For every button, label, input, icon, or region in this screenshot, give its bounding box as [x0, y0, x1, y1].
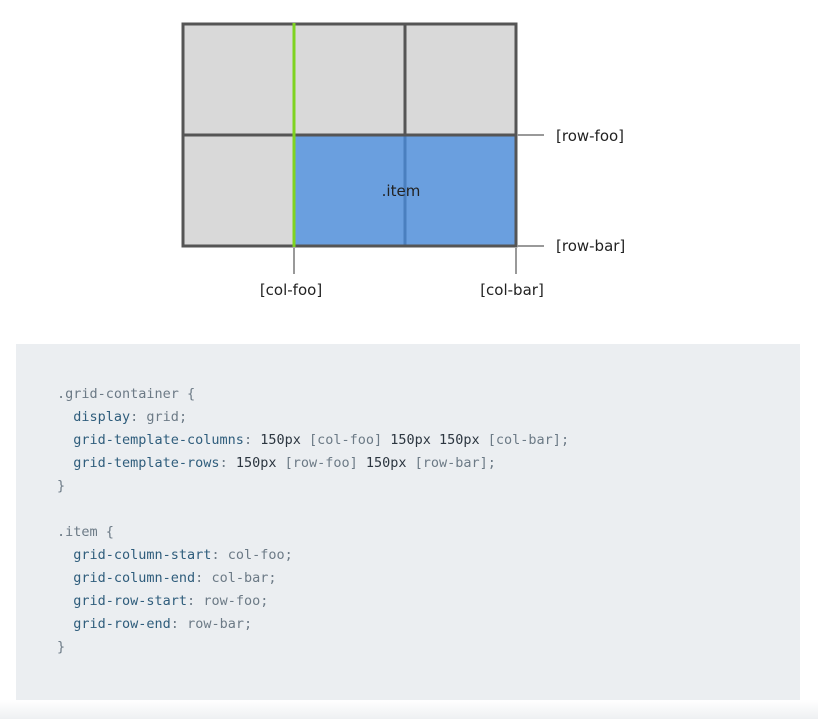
code-token-val: col-bar: [211, 570, 269, 586]
bottom-edge-shadow: [0, 700, 818, 719]
code-line: display: grid;: [57, 406, 800, 429]
code-token-punc: :: [187, 593, 204, 609]
code-token-punc: ;: [487, 455, 496, 471]
code-token-sel: }: [57, 478, 66, 494]
code-token-punc: :: [195, 570, 212, 586]
code-token-punc: ;: [560, 432, 570, 448]
code-line: }: [57, 636, 800, 659]
grid-cell-1-3: [405, 24, 516, 135]
code-line: grid-row-end: row-bar;: [57, 613, 800, 636]
code-line: grid-template-columns: 150px [col-foo] 1…: [57, 429, 800, 452]
code-line: grid-template-rows: 150px [row-foo] 150p…: [57, 452, 800, 475]
code-listing: .grid-container { display: grid; grid-te…: [57, 383, 800, 659]
code-token-prop: grid-column-start: [57, 547, 212, 563]
code-token-val: row-foo: [203, 593, 261, 609]
code-token-punc: :: [211, 547, 228, 563]
code-token-prop: grid-template-columns: [57, 432, 244, 448]
code-token-num: 150px: [260, 432, 301, 448]
code-token-val: col-foo: [227, 547, 285, 563]
code-line: .item {: [57, 521, 800, 544]
code-token-prop: grid-row-start: [57, 593, 188, 609]
code-token-val: [col-bar]: [479, 432, 561, 448]
col-bar-label: [col-bar]: [480, 281, 544, 299]
page: .item [row-foo] [row-bar] [col-foo] [col…: [0, 0, 818, 719]
row-foo-label: [row-foo]: [556, 127, 624, 145]
code-token-val: [row-bar]: [406, 455, 488, 471]
col-foo-label: [col-foo]: [260, 281, 322, 299]
code-token-punc: ;: [284, 547, 293, 563]
code-token-punc: ;: [243, 616, 253, 632]
item-label: .item: [382, 182, 421, 200]
code-line: grid-column-end: col-bar;: [57, 567, 800, 590]
code-token-val: [col-foo]: [300, 432, 391, 448]
code-token-punc: :: [130, 409, 147, 425]
code-token-punc: ;: [268, 570, 277, 586]
code-token-prop: grid-column-end: [57, 570, 196, 586]
grid-cell-1-1: [183, 24, 294, 135]
grid-diagram: .item [row-foo] [row-bar] [col-foo] [col…: [181, 22, 625, 299]
code-token-punc: :: [170, 616, 188, 632]
code-block: .grid-container { display: grid; grid-te…: [16, 344, 800, 700]
row-bar-label: [row-bar]: [556, 237, 625, 255]
grid-cell-2-1: [183, 135, 294, 246]
code-token-num: 150px 150px: [390, 432, 480, 448]
code-token-prop: grid-template-rows: [57, 455, 220, 471]
code-token-val: row-bar: [187, 616, 244, 632]
code-token-num: 150px: [365, 455, 407, 471]
code-line: }: [57, 475, 800, 498]
code-line: .grid-container {: [57, 383, 800, 406]
code-token-punc: ;: [260, 593, 269, 609]
code-line: grid-row-start: row-foo;: [57, 590, 800, 613]
code-token-punc: :: [243, 432, 261, 448]
grid-cell-1-2: [294, 24, 405, 135]
code-token-sel: }: [57, 639, 66, 655]
code-token-val: [row-foo]: [276, 455, 366, 471]
code-token-sel: .item {: [57, 524, 114, 540]
code-token-punc: :: [219, 455, 236, 471]
code-token-prop: display: [57, 409, 131, 425]
code-token-punc: ;: [178, 409, 188, 425]
code-token-val: grid: [146, 409, 179, 425]
code-token-num: 150px: [235, 455, 277, 471]
code-token-prop: grid-row-end: [57, 616, 171, 632]
code-line: grid-column-start: col-foo;: [57, 544, 800, 567]
code-token-sel: .grid-container {: [57, 386, 196, 402]
